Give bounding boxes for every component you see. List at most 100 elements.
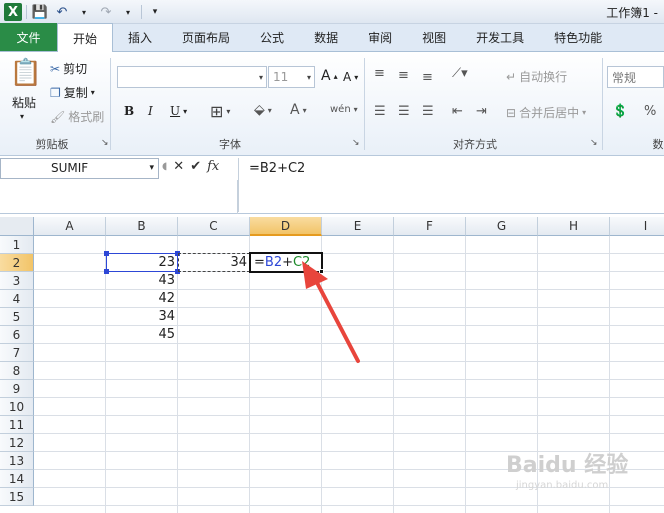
- tab-home[interactable]: 开始: [57, 23, 114, 52]
- merge-center-button[interactable]: ⊟ 合并后居中 ▾: [506, 104, 586, 121]
- select-all-button[interactable]: [0, 217, 34, 236]
- chevron-down-icon: ▾: [183, 106, 188, 116]
- undo-dropdown-icon[interactable]: ▾: [75, 3, 93, 21]
- font-color-button[interactable]: A ▾: [290, 102, 307, 118]
- row-header[interactable]: 4: [0, 290, 34, 308]
- chevron-down-icon: ▾: [226, 107, 231, 116]
- cancel-icon[interactable]: ✕: [173, 159, 184, 174]
- align-bottom-icon[interactable]: ≡: [422, 70, 433, 85]
- underline-button[interactable]: U ▾: [170, 104, 187, 118]
- column-header-i[interactable]: I: [610, 217, 664, 236]
- shrink-font-icon: A: [343, 70, 352, 84]
- dialog-launcher-icon[interactable]: ↘: [590, 138, 598, 148]
- column-header-e[interactable]: E: [322, 217, 394, 236]
- format-painter-button[interactable]: 🖌 格式刷: [50, 108, 104, 125]
- reference-handle[interactable]: [104, 269, 109, 274]
- dialog-launcher-icon[interactable]: ↘: [352, 138, 360, 148]
- chevron-down-icon: ▾: [306, 72, 311, 82]
- row-header[interactable]: 13: [0, 452, 34, 470]
- row-header[interactable]: 1: [0, 236, 34, 254]
- tab-data[interactable]: 数据: [299, 23, 353, 51]
- row-header[interactable]: 5: [0, 308, 34, 326]
- column-header-c[interactable]: C: [178, 217, 250, 236]
- tab-developer[interactable]: 开发工具: [461, 23, 539, 51]
- row-header[interactable]: 6: [0, 326, 34, 344]
- tab-special-features[interactable]: 特色功能: [539, 23, 617, 51]
- column-header-b[interactable]: B: [106, 217, 178, 236]
- paste-button[interactable]: 📋: [8, 58, 44, 88]
- align-center-icon[interactable]: ☰: [398, 104, 410, 119]
- font-size-dropdown[interactable]: 11 ▾: [268, 66, 315, 88]
- formula-buttons: ◖ ✕ ✔ fx: [162, 159, 219, 174]
- row-header[interactable]: 12: [0, 434, 34, 452]
- tab-review[interactable]: 审阅: [353, 23, 407, 51]
- row-header[interactable]: 15: [0, 488, 34, 506]
- grow-font-button[interactable]: A ▴: [321, 68, 338, 84]
- cell-b6[interactable]: 45: [106, 326, 178, 344]
- reference-handle[interactable]: [104, 251, 109, 256]
- copy-button[interactable]: ❐ 复制 ▾: [50, 84, 95, 101]
- excel-logo-icon[interactable]: X: [4, 3, 22, 21]
- row-header[interactable]: 8: [0, 362, 34, 380]
- cut-label: 剪切: [63, 62, 88, 76]
- tab-view[interactable]: 视图: [407, 23, 461, 51]
- wrap-text-button[interactable]: ↵ 自动换行: [506, 68, 567, 85]
- tab-insert[interactable]: 插入: [113, 23, 167, 51]
- fill-color-button[interactable]: ⬙ ▾: [254, 102, 272, 118]
- align-middle-icon[interactable]: ≡: [398, 68, 409, 83]
- redo-icon[interactable]: ↷: [97, 3, 115, 21]
- tab-file[interactable]: 文件: [0, 23, 57, 51]
- align-left-icon[interactable]: ☰: [374, 104, 386, 119]
- orientation-icon[interactable]: ⟋▾: [452, 66, 468, 81]
- cut-button[interactable]: ✂ 剪切: [50, 60, 87, 77]
- font-name-dropdown[interactable]: ▾: [117, 66, 267, 88]
- row-header[interactable]: 11: [0, 416, 34, 434]
- row-header[interactable]: 10: [0, 398, 34, 416]
- chevron-down-icon: ▾: [90, 88, 95, 97]
- cell-b3[interactable]: 43: [106, 272, 178, 290]
- insert-function-button[interactable]: fx: [207, 159, 219, 174]
- name-box[interactable]: SUMIF ▾: [0, 158, 159, 179]
- column-header-d[interactable]: D: [250, 217, 322, 236]
- redo-dropdown-icon[interactable]: ▾: [119, 3, 137, 21]
- enter-icon[interactable]: ✔: [190, 159, 201, 174]
- column-header-g[interactable]: G: [466, 217, 538, 236]
- border-button[interactable]: ⊞ ▾: [210, 102, 230, 121]
- tab-formulas[interactable]: 公式: [245, 23, 299, 51]
- increase-indent-icon[interactable]: ⇥: [476, 104, 487, 119]
- column-header-a[interactable]: A: [34, 217, 106, 236]
- bold-button[interactable]: B: [124, 104, 134, 118]
- save-icon[interactable]: 💾: [31, 3, 49, 21]
- align-top-icon[interactable]: ≡: [374, 66, 385, 81]
- column-header-f[interactable]: F: [394, 217, 466, 236]
- percent-button[interactable]: %: [644, 104, 656, 119]
- row-header[interactable]: 7: [0, 344, 34, 362]
- undo-icon[interactable]: ↶: [53, 3, 71, 21]
- cell-b4[interactable]: 42: [106, 290, 178, 308]
- row-header[interactable]: 2: [0, 254, 34, 272]
- phonetic-icon: wén: [330, 104, 351, 115]
- title-bar: X 💾 ↶ ▾ ↷ ▾ ▾ 工作簿1 -: [0, 0, 664, 24]
- number-format-dropdown[interactable]: 常规: [607, 66, 664, 88]
- row-header[interactable]: 3: [0, 272, 34, 290]
- currency-icon[interactable]: 💲: [612, 104, 628, 119]
- column-header-h[interactable]: H: [538, 217, 610, 236]
- formula-equals: =: [254, 255, 265, 270]
- row-header[interactable]: 9: [0, 380, 34, 398]
- paste-label[interactable]: 粘贴: [12, 94, 36, 111]
- row-header[interactable]: 14: [0, 470, 34, 488]
- paste-dropdown-icon[interactable]: ▾: [20, 112, 24, 121]
- format-painter-label: 格式刷: [68, 110, 105, 124]
- expand-icon[interactable]: ◖: [162, 161, 167, 172]
- formula-input[interactable]: =B2+C2: [238, 158, 664, 212]
- customize-toolbar-icon[interactable]: ▾: [146, 3, 164, 21]
- align-right-icon[interactable]: ☰: [422, 104, 434, 119]
- dialog-launcher-icon[interactable]: ↘: [101, 138, 109, 148]
- decrease-indent-icon[interactable]: ⇤: [452, 104, 463, 119]
- ribbon-home: 📋 粘贴 ▾ ✂ 剪切 ❐ 复制 ▾ 🖌 格式刷 剪贴板 ↘ ▾ 11 ▾ A ▴…: [0, 52, 664, 156]
- tab-page-layout[interactable]: 页面布局: [167, 23, 245, 51]
- cell-b5[interactable]: 34: [106, 308, 178, 326]
- italic-button[interactable]: I: [148, 104, 153, 118]
- shrink-font-button[interactable]: A ▾: [343, 70, 358, 84]
- phonetic-button[interactable]: wén ▾: [330, 104, 358, 115]
